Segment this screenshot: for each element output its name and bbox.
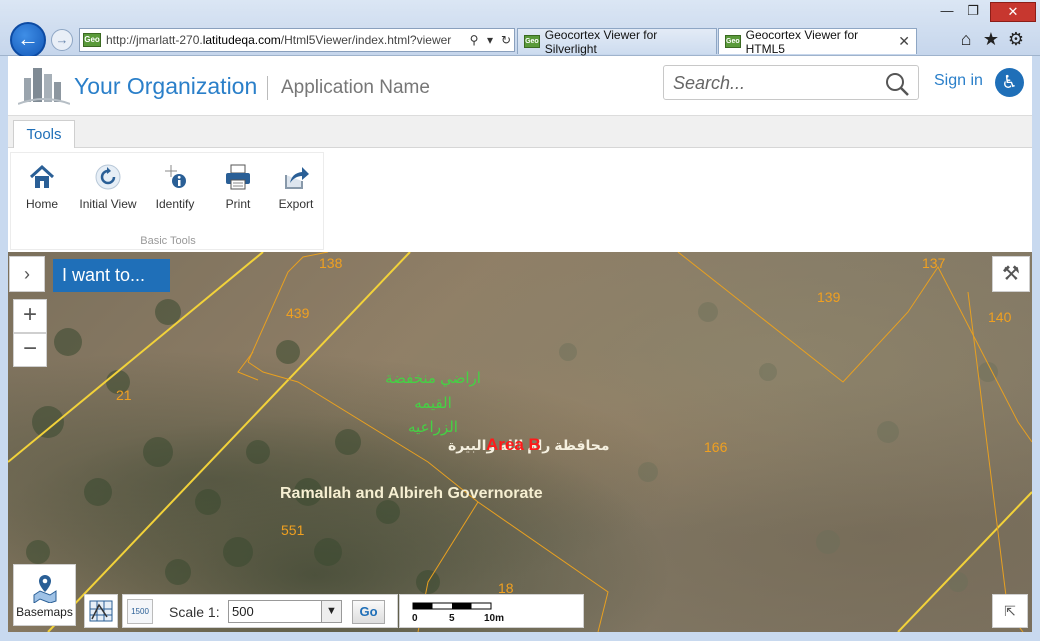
expand-corner-icon[interactable]: ⇱ [992,594,1028,628]
parcel-label: 166 [704,439,728,455]
site-favicon-icon: Geo [83,33,101,47]
home-tool-button[interactable]: Home [12,163,72,211]
scale-label: Scale 1: [169,604,220,620]
toolbox-icon[interactable]: ⚒ [992,256,1030,292]
restore-icon[interactable]: ❐ [962,2,984,22]
scale-bar-graphic [412,602,492,610]
area-label: Area B [486,435,541,454]
search-input[interactable] [673,73,873,94]
back-button[interactable]: ← [10,22,46,58]
scale-icon[interactable]: 1500 [127,599,153,624]
initial-view-tool-button[interactable]: Initial View [78,163,138,211]
organization-name[interactable]: Your Organization [74,73,257,100]
ribbon-tab-bar: Tools [8,116,1032,149]
parcel-label: 139 [817,289,841,305]
expand-panel-button[interactable]: › [9,256,45,292]
parcel-label: 140 [988,309,1012,325]
home-icon [29,164,55,188]
scale-select[interactable]: 500 ▼ [228,600,342,623]
land-type-label: الزراعيه [408,419,458,436]
scale-bar: 0 5 10m [399,594,584,628]
tab-favicon-icon: Geo [524,35,540,48]
parcel-label: 551 [281,522,305,538]
settings-gear-icon[interactable]: ⚙ [1005,28,1027,50]
search-icon[interactable] [884,71,910,97]
header-divider [267,76,268,100]
identify-icon [165,165,186,188]
governorate-label: Ramallah and Albireh Governorate [280,485,543,502]
search-icon[interactable]: ⚲ [466,33,482,47]
dropdown-icon[interactable]: ▾ [482,33,498,47]
minimize-icon[interactable]: — [936,2,958,22]
scale-tick: 0 [412,613,418,624]
print-tool-button[interactable]: Print [208,163,268,211]
tool-group-basic: Home Initial View Identify Print Export … [10,152,324,250]
accessibility-icon[interactable]: ♿ [995,68,1024,97]
address-bar[interactable]: Geo http://jmarlatt-270.latitudeqa.com/H… [79,28,515,52]
parcel-label: 138 [319,255,343,271]
ribbon-panel: Home Initial View Identify Print Export … [8,148,1032,252]
zoom-out-button[interactable]: − [13,333,47,367]
tab-favicon-icon: Geo [725,35,741,48]
printer-icon [226,164,250,190]
tab-tools[interactable]: Tools [13,120,75,149]
parcel-label: 21 [116,387,132,403]
land-type-label: اراضي منخفضة [385,370,481,387]
search-box[interactable] [663,65,919,100]
application-name: Application Name [281,77,430,98]
forward-button[interactable]: → [51,29,73,51]
url-text[interactable]: http://jmarlatt-270.latitudeqa.com/Html5… [106,33,466,47]
go-button[interactable]: Go [352,600,385,624]
scale-tick: 5 [449,613,455,624]
browser-chrome: — ❐ ✕ ← → Geo http://jmarlatt-270.latitu… [0,0,1040,58]
overview-map-icon [89,600,113,622]
app-header: Your Organization Application Name Sign … [8,56,1032,116]
refresh-icon [95,164,121,190]
parcel-label: 439 [286,305,310,321]
parcel-label: 137 [922,255,946,271]
grid-map-icon[interactable] [84,594,118,628]
land-type-label: القيمه [414,395,452,412]
map-pin-icon [33,575,56,603]
scale-tick: 10m [484,613,505,624]
export-tool-button[interactable]: Export [266,163,326,211]
map-view[interactable]: 138 439 137 139 140 21 166 551 18 اراضي … [8,252,1032,632]
organization-logo-icon [18,68,70,105]
chevron-down-icon[interactable]: ▼ [321,601,341,622]
export-icon [285,167,309,189]
favorites-star-icon[interactable]: ★ [980,28,1002,50]
home-page-icon[interactable]: ⌂ [955,28,977,50]
identify-tool-button[interactable]: Identify [145,163,205,211]
sign-in-link[interactable]: Sign in [934,72,983,90]
refresh-page-icon[interactable]: ↻ [498,33,514,47]
zoom-in-button[interactable]: + [13,299,47,333]
close-tab-icon[interactable]: ✕ [898,33,910,50]
tool-group-label: Basic Tools [140,235,196,247]
basemaps-button[interactable]: Basemaps [13,564,76,626]
i-want-to-menu-button[interactable]: I want to... [53,259,170,292]
browser-tab-silverlight[interactable]: Geo Geocortex Viewer for Silverlight [517,28,717,56]
scale-panel: 1500 Scale 1: 500 ▼ Go [122,594,398,628]
browser-tab-html5[interactable]: Geo Geocortex Viewer for HTML5 ✕ [718,28,917,56]
close-window-icon[interactable]: ✕ [990,2,1036,22]
